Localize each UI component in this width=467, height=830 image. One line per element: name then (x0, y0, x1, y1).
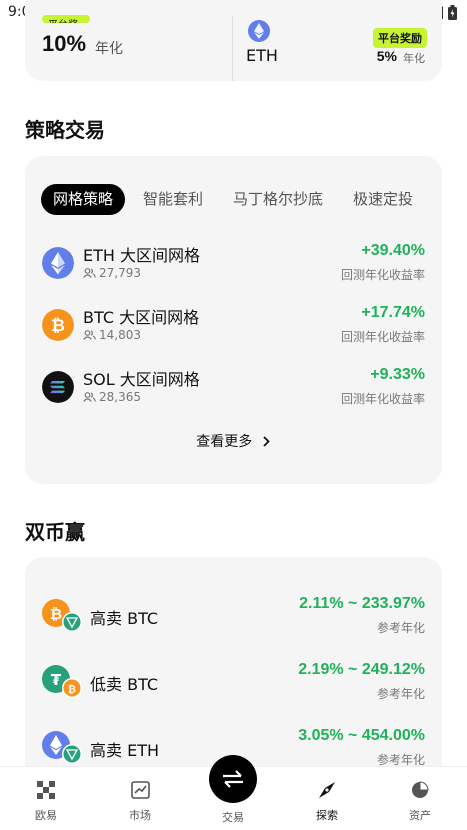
dual-rate: 2.11% ~ 233.97% (299, 595, 425, 612)
tab-label: 资产 (409, 809, 431, 822)
user-count-value: 14,803 (99, 328, 141, 342)
user-count: 27,793 (83, 266, 141, 280)
svg-text:₿: ₿ (50, 605, 62, 623)
pie-chart-icon (412, 781, 429, 798)
reward-badge: 平台奖励 (42, 15, 90, 23)
dual-name: 低卖 BTC (90, 675, 159, 694)
tab-label: 市场 (129, 809, 151, 822)
tab-market[interactable]: 市场 (110, 781, 170, 823)
dual-name: 高卖 ETH (90, 741, 160, 760)
users-icon (83, 330, 96, 340)
divider (232, 16, 233, 81)
btc-icon: ₿ (42, 309, 74, 341)
apy-label: 年化 (95, 41, 123, 57)
strategy-name: SOL 大区间网格 (83, 370, 200, 389)
return-rate-label: 回测年化收益率 (340, 330, 425, 344)
dual-rate: 3.05% ~ 454.00% (298, 727, 425, 744)
eth-usdt-pair-icon (42, 731, 82, 764)
eth-icon (248, 20, 270, 42)
user-count-value: 28,365 (99, 390, 141, 404)
coin-name: ETH (246, 46, 278, 65)
sol-icon (42, 371, 74, 403)
return-rate-label: 回测年化收益率 (340, 392, 425, 406)
swap-arrows-icon (223, 770, 243, 788)
earn-card[interactable]: 平台奖励 10% 年化 ETH 平台奖励 5% 年化 (25, 0, 442, 81)
apy-value: 5% (376, 48, 397, 64)
tab-assets[interactable]: 资产 (390, 781, 450, 823)
tab-okx[interactable]: 欧易 (16, 781, 76, 823)
svg-text:₿: ₿ (51, 316, 65, 336)
tab-explore[interactable]: 探索 (297, 781, 357, 823)
users-icon (83, 392, 96, 402)
strategy-item[interactable]: SOL 大区间网格 28,365 +9.33% 回测年化收益率 (42, 366, 425, 412)
strategy-card: 网格策略 智能套利 马丁格尔抄底 极速定投 ETH 大区间网格 27,793 +… (25, 156, 442, 484)
section-title-strategy: 策略交易 (25, 118, 105, 142)
dual-item[interactable]: ₮ ₿ 低卖 BTC 2.19% ~ 249.12% 参考年化 (42, 661, 425, 707)
tab-dca[interactable]: 极速定投 (341, 184, 425, 215)
dual-rate-label: 参考年化 (376, 621, 425, 635)
market-chart-icon (130, 781, 150, 799)
user-count-value: 27,793 (99, 266, 141, 280)
eth-icon (42, 247, 74, 279)
tab-label: 交易 (222, 811, 244, 824)
chevron-right-icon (263, 436, 270, 447)
tab-arbitrage[interactable]: 智能套利 (131, 184, 215, 215)
tab-martingale[interactable]: 马丁格尔抄底 (221, 184, 335, 215)
usdt-btc-pair-icon: ₮ ₿ (42, 665, 82, 698)
apy-label: 年化 (403, 52, 425, 65)
svg-text:₿: ₿ (68, 684, 76, 696)
strategy-name: BTC 大区间网格 (83, 308, 200, 327)
svg-text:₮: ₮ (51, 671, 62, 689)
compass-icon (319, 782, 335, 798)
strategy-name: ETH 大区间网格 (83, 246, 201, 265)
dual-name: 高卖 BTC (90, 609, 159, 628)
tab-label: 探索 (316, 809, 338, 822)
return-rate: +39.40% (361, 242, 425, 259)
dual-rate-label: 参考年化 (376, 687, 425, 701)
return-rate: +9.33% (370, 366, 425, 383)
bottom-tab-bar: 欧易 市场 交易 探索 资产 (0, 755, 467, 830)
okx-logo-icon (37, 781, 55, 799)
section-title-dual: 双币赢 (25, 520, 85, 544)
trade-button[interactable] (209, 755, 257, 803)
tab-grid[interactable]: 网格策略 (41, 184, 126, 215)
apy-value: 10% (42, 31, 87, 56)
dual-item[interactable]: ₿ 高卖 BTC 2.11% ~ 233.97% 参考年化 (42, 595, 425, 641)
battery-icon (448, 5, 457, 20)
return-rate: +17.74% (361, 304, 425, 321)
dual-rate: 2.19% ~ 249.12% (298, 661, 425, 678)
view-more-link[interactable]: 查看更多 (25, 431, 442, 451)
reward-badge: 平台奖励 (373, 28, 427, 48)
view-more-label: 查看更多 (196, 434, 253, 450)
users-icon (83, 268, 96, 278)
tab-label: 欧易 (35, 809, 57, 822)
user-count: 14,803 (83, 328, 141, 342)
return-rate-label: 回测年化收益率 (340, 268, 425, 282)
user-count: 28,365 (83, 390, 141, 404)
btc-usdt-pair-icon: ₿ (42, 599, 82, 632)
strategy-tabs: 网格策略 智能套利 马丁格尔抄底 极速定投 (41, 184, 431, 215)
strategy-item[interactable]: ETH 大区间网格 27,793 +39.40% 回测年化收益率 (42, 242, 425, 288)
strategy-item[interactable]: ₿ BTC 大区间网格 14,803 +17.74% 回测年化收益率 (42, 304, 425, 350)
